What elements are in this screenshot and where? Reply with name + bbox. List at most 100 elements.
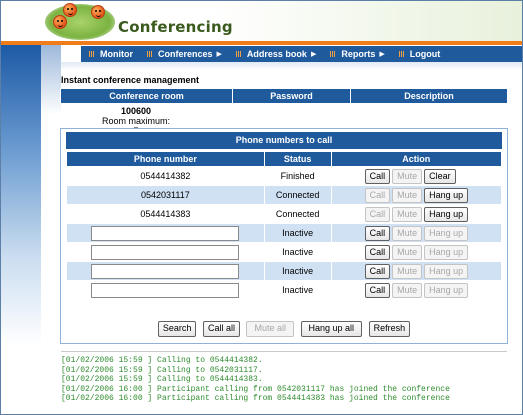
table-row: 0544414382 Finished Call Mute Clear <box>66 166 503 186</box>
clear-button[interactable]: Clear <box>424 168 456 184</box>
nav-label: Address book <box>246 49 307 59</box>
caret-right-icon: ▶ <box>379 51 385 58</box>
phone-input-cell <box>66 223 265 243</box>
hang-up-all-button[interactable]: Hang up all <box>300 321 363 337</box>
call-button[interactable]: Call <box>364 168 391 184</box>
status-text: Connected <box>263 204 332 224</box>
nav-label: Monitor <box>100 49 133 59</box>
log-entry: [01/02/2006 16:00 ] Participant calling … <box>61 394 450 404</box>
nav-item-logout[interactable]: Logout <box>398 49 441 59</box>
nav-label: Conferences <box>158 49 213 59</box>
phone-number: 0542031117 <box>66 185 265 205</box>
phone-panel: Phone numbers to call Phone number Statu… <box>60 128 508 344</box>
phone-input-cell <box>66 242 265 262</box>
phone-number-input[interactable] <box>91 263 240 279</box>
table-row: Inactive Call Mute Hang up <box>66 261 503 281</box>
bullet-icon <box>330 51 337 57</box>
status-text: Finished <box>263 166 332 186</box>
nav-label: Logout <box>409 49 441 59</box>
nav-shadow <box>61 62 522 70</box>
hang-up-button[interactable]: Hang up <box>424 282 469 298</box>
column-header: Password <box>232 88 351 104</box>
nav-item-address-book[interactable]: Address book ▶ <box>235 49 317 59</box>
table-row: 0542031117 Connected Call Mute Hang up <box>66 185 503 205</box>
mute-button[interactable]: Mute <box>392 206 423 222</box>
log-entry: [01/02/2006 15:59 ] Calling to 054441438… <box>61 356 263 365</box>
column-header: Status <box>263 151 332 167</box>
log-entry: [01/02/2006 16:00 ] Participant calling … <box>61 384 450 394</box>
mute-button[interactable]: Mute <box>392 244 423 260</box>
hang-up-button[interactable]: Hang up <box>424 225 469 241</box>
table-row: Inactive Call Mute Hang up <box>66 242 503 262</box>
table-row: 0544414383 Connected Call Mute Hang up <box>66 204 503 224</box>
event-log: [01/02/2006 15:59 ] Calling to 054441438… <box>61 356 511 404</box>
smiley-icon <box>91 5 105 19</box>
table-row: Inactive Call Mute Hang up <box>66 280 503 300</box>
hang-up-button[interactable]: Hang up <box>424 244 469 260</box>
caret-right-icon: ▶ <box>310 51 317 58</box>
main-nav: Monitor Conferences ▶ Address book ▶ Rep… <box>81 46 522 62</box>
call-button[interactable]: Call <box>364 263 391 279</box>
phone-number-input[interactable] <box>91 282 240 298</box>
column-header: Action <box>330 151 503 167</box>
hang-up-button[interactable]: Hang up <box>424 187 469 203</box>
app-window: Conferencing Monitor Conferences ▶ Addre… <box>0 0 523 415</box>
hang-up-button[interactable]: Hang up <box>424 206 469 222</box>
action-cell: Call Mute Hang up <box>330 185 503 205</box>
action-cell: Call Mute Hang up <box>330 242 503 262</box>
call-button[interactable]: Call <box>364 225 391 241</box>
page-title: Instant conference management <box>61 75 200 85</box>
call-button[interactable]: Call <box>364 187 391 203</box>
phone-number: 0544414383 <box>66 204 265 224</box>
log-entry: [01/02/2006 15:59 ] Calling to 054203111… <box>61 365 263 375</box>
call-button[interactable]: Call <box>364 282 391 298</box>
status-text: Inactive <box>263 223 332 243</box>
column-header: Description <box>350 88 508 104</box>
mute-button[interactable]: Mute <box>392 263 423 279</box>
phone-input-cell <box>66 261 265 281</box>
action-cell: Call Mute Hang up <box>330 223 503 243</box>
bullet-icon <box>147 51 153 57</box>
action-cell: Call Mute Hang up <box>330 280 503 300</box>
phone-number-input[interactable] <box>91 225 240 241</box>
smiley-icon <box>53 15 67 29</box>
bullet-icon <box>398 51 405 57</box>
conference-table: Conference room Password Description <box>60 88 508 104</box>
room-number: 100600 <box>120 106 152 116</box>
header-divider <box>1 41 522 45</box>
phone-number-input[interactable] <box>91 244 240 260</box>
divider <box>61 351 507 352</box>
action-cell: Call Mute Hang up <box>330 261 503 281</box>
smiley-icon <box>63 3 77 17</box>
sidebar-decoration <box>1 45 41 345</box>
nav-label: Reports <box>341 49 376 59</box>
caret-right-icon: ▶ <box>216 51 222 58</box>
mute-all-button[interactable]: Mute all <box>246 321 294 337</box>
sidebar-decoration-2 <box>41 45 61 115</box>
nav-item-conferences[interactable]: Conferences ▶ <box>147 49 222 59</box>
column-header: Conference room <box>60 88 233 104</box>
nav-item-reports[interactable]: Reports ▶ <box>330 49 385 59</box>
bulk-actions: Search Call all Mute all Hang up all Ref… <box>61 321 507 337</box>
log-entry: [01/02/2006 15:59 ] Calling to 054441438… <box>61 375 263 385</box>
bullet-icon <box>89 51 95 57</box>
action-cell: Call Mute Hang up <box>330 204 503 224</box>
call-button[interactable]: Call <box>364 244 391 260</box>
mute-button[interactable]: Mute <box>392 187 423 203</box>
mute-button[interactable]: Mute <box>392 225 423 241</box>
status-text: Inactive <box>263 280 332 300</box>
brand-title: Conferencing <box>118 18 233 36</box>
mute-button[interactable]: Mute <box>392 282 423 298</box>
table-row: Inactive Call Mute Hang up <box>66 223 503 243</box>
call-button[interactable]: Call <box>364 206 391 222</box>
mute-button[interactable]: Mute <box>392 168 423 184</box>
hang-up-button[interactable]: Hang up <box>424 263 469 279</box>
phone-input-cell <box>66 280 265 300</box>
refresh-button[interactable]: Refresh <box>368 321 411 337</box>
status-text: Connected <box>263 185 332 205</box>
nav-item-monitor[interactable]: Monitor <box>89 49 133 59</box>
status-text: Inactive <box>263 261 332 281</box>
status-text: Inactive <box>263 242 332 262</box>
search-button[interactable]: Search <box>157 321 197 337</box>
call-all-button[interactable]: Call all <box>202 321 240 337</box>
